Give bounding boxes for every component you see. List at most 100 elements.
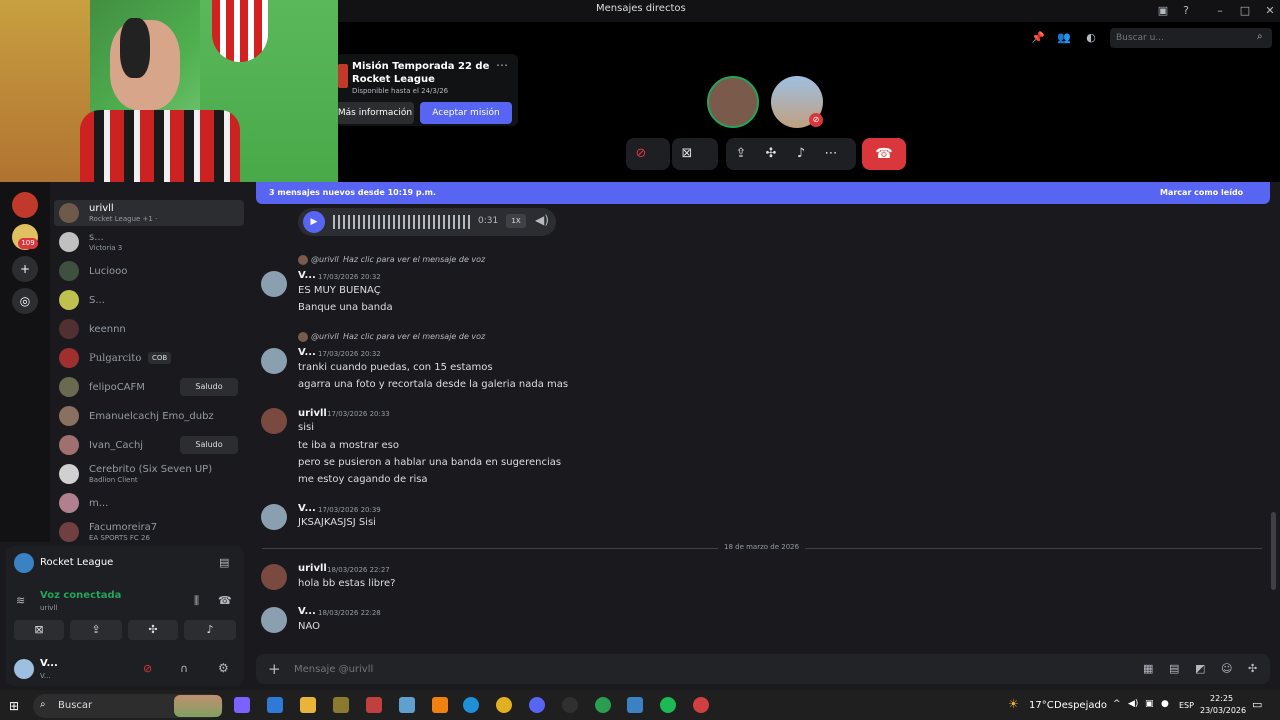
soundboard-icon[interactable]: ♪ [184, 620, 236, 640]
wave-button[interactable]: Saludo [180, 378, 238, 396]
app-icon[interactable] [562, 697, 578, 713]
minimize-icon[interactable]: – [1212, 3, 1228, 19]
spotify-icon[interactable] [660, 697, 676, 713]
dm-item[interactable]: felipoCAFM Saludo [54, 374, 244, 400]
app-icon[interactable] [267, 697, 283, 713]
self-avatar[interactable] [14, 659, 34, 679]
apps-icon[interactable]: ✣ [1248, 662, 1257, 675]
help-icon[interactable]: ? [1178, 3, 1194, 19]
dm-item[interactable]: Facumoreira7 EA SPORTS FC 26 [54, 519, 244, 542]
mic-muted-icon[interactable]: ⊘ [143, 662, 152, 675]
camera-control[interactable]: ⊠ [672, 138, 718, 170]
volume-icon[interactable]: ◀) [1128, 699, 1138, 709]
attach-plus-icon[interactable]: + [268, 660, 281, 678]
close-icon[interactable]: ✕ [1262, 3, 1278, 19]
add-friend-icon[interactable]: 👥 [1056, 30, 1072, 46]
screen-share-icon[interactable]: ⇪ [726, 138, 756, 170]
sticker-icon[interactable]: ◩ [1195, 662, 1205, 675]
profile-icon[interactable]: ◐ [1083, 30, 1099, 46]
activities-icon[interactable]: ✣ [128, 620, 178, 640]
dm-item[interactable]: s... Victoria 3 [54, 229, 244, 255]
app-icon[interactable] [595, 697, 611, 713]
message-input[interactable] [294, 660, 1114, 678]
playback-speed[interactable]: 1X [506, 214, 526, 228]
dm-item[interactable]: m... [54, 490, 244, 516]
participant-avatar-urivll[interactable] [707, 76, 759, 128]
avatar[interactable] [261, 504, 287, 530]
discover-icon[interactable]: ◎ [12, 288, 38, 314]
camera-off-icon[interactable]: ⊠ [672, 138, 702, 170]
dm-item[interactable]: Cerebrito (Six Seven UP) Badlion Client [54, 461, 244, 487]
language-indicator[interactable]: ESP [1179, 701, 1194, 710]
more-options-icon[interactable]: ⋯ [496, 58, 508, 72]
copilot-icon[interactable] [234, 697, 250, 713]
server-icon[interactable] [12, 192, 38, 218]
voice-status[interactable]: Voz conectada [40, 590, 121, 601]
clock-time[interactable]: 22:25 [1210, 694, 1233, 703]
clock-date[interactable]: 23/03/2026 [1200, 706, 1246, 715]
pin-icon[interactable]: 📌 [1030, 30, 1046, 46]
dm-item[interactable]: Pulgarcito COB [54, 345, 244, 371]
chrome-icon[interactable] [693, 697, 709, 713]
message-author[interactable]: urivll [298, 408, 327, 419]
quest-accept-button[interactable]: Aceptar misión [420, 102, 512, 124]
quest-more-info-button[interactable]: Más información [336, 102, 414, 124]
stream-icon[interactable]: ▤ [219, 556, 229, 569]
settings-gear-icon[interactable]: ⚙ [218, 661, 229, 675]
disconnect-icon[interactable]: ☎ [218, 594, 232, 607]
search-input[interactable] [1110, 28, 1272, 48]
gift-icon[interactable]: ▦ [1143, 662, 1153, 675]
waveform[interactable] [333, 215, 471, 229]
file-explorer-icon[interactable] [300, 697, 316, 713]
avatar[interactable] [261, 607, 287, 633]
dm-item[interactable]: Luciooo [54, 258, 244, 284]
mic-muted-icon[interactable]: ⊘ [626, 138, 656, 170]
inbox-icon[interactable]: ▣ [1155, 3, 1171, 19]
dm-item[interactable]: urivll Rocket League +1 · [54, 200, 244, 226]
avatar[interactable] [261, 271, 287, 297]
app-icon[interactable] [399, 697, 415, 713]
tray-chevron-icon[interactable]: ^ [1113, 699, 1121, 709]
discord-icon[interactable] [529, 697, 545, 713]
avatar[interactable] [261, 564, 287, 590]
add-server-icon[interactable]: + [12, 256, 38, 282]
app-icon[interactable] [333, 697, 349, 713]
play-icon[interactable]: ▶ [303, 211, 325, 233]
mark-as-read-button[interactable]: Marcar como leído [1160, 188, 1243, 197]
chrome-icon[interactable] [496, 697, 512, 713]
weather-icon[interactable]: ☀ [1008, 697, 1019, 711]
reply-preview[interactable]: Haz clic para ver el mensaje de voz [343, 332, 485, 341]
camera-toggle-icon[interactable]: ⊠ [14, 620, 64, 640]
avatar[interactable] [261, 348, 287, 374]
message-author[interactable]: V... [298, 503, 316, 514]
reply-preview[interactable]: Haz clic para ver el mensaje de voz [343, 255, 485, 264]
app-icon[interactable] [366, 697, 382, 713]
vlc-icon[interactable] [432, 697, 448, 713]
message-author[interactable]: V... [298, 270, 316, 281]
dm-item[interactable]: Ivan_Cachj Saludo [54, 432, 244, 458]
reply-author[interactable]: @urivll [311, 332, 339, 341]
emoji-icon[interactable]: ☺ [1221, 662, 1232, 675]
activities-icon[interactable]: ✣ [756, 138, 786, 170]
headphones-icon[interactable]: ∩ [180, 662, 188, 675]
avatar[interactable] [261, 408, 287, 434]
dm-item[interactable]: S... [54, 287, 244, 313]
more-icon[interactable]: ⋯ [816, 138, 846, 170]
noise-suppression-icon[interactable]: ⫼ [194, 594, 199, 608]
message-author[interactable]: urivll [298, 563, 327, 574]
windows-start-icon[interactable]: ⊞ [9, 699, 19, 713]
reply-author[interactable]: @urivll [311, 255, 339, 264]
dm-item[interactable]: keennn [54, 316, 244, 342]
soundboard-icon[interactable]: ♪ [786, 138, 816, 170]
screen-share-icon[interactable]: ⇪ [70, 620, 122, 640]
network-icon[interactable]: ▣ [1145, 699, 1154, 709]
wave-button[interactable]: Saludo [180, 436, 238, 454]
hang-up-button[interactable]: ☎ [862, 138, 906, 170]
dm-item[interactable]: Emanuelcachj Emo_dubz [54, 403, 244, 429]
gif-icon[interactable]: ▤ [1169, 662, 1179, 675]
message-author[interactable]: V... [298, 347, 316, 358]
rocket-league-icon[interactable] [627, 697, 643, 713]
chat-scrollbar[interactable] [1271, 512, 1276, 590]
maximize-icon[interactable]: □ [1237, 3, 1253, 19]
edge-icon[interactable] [463, 697, 479, 713]
